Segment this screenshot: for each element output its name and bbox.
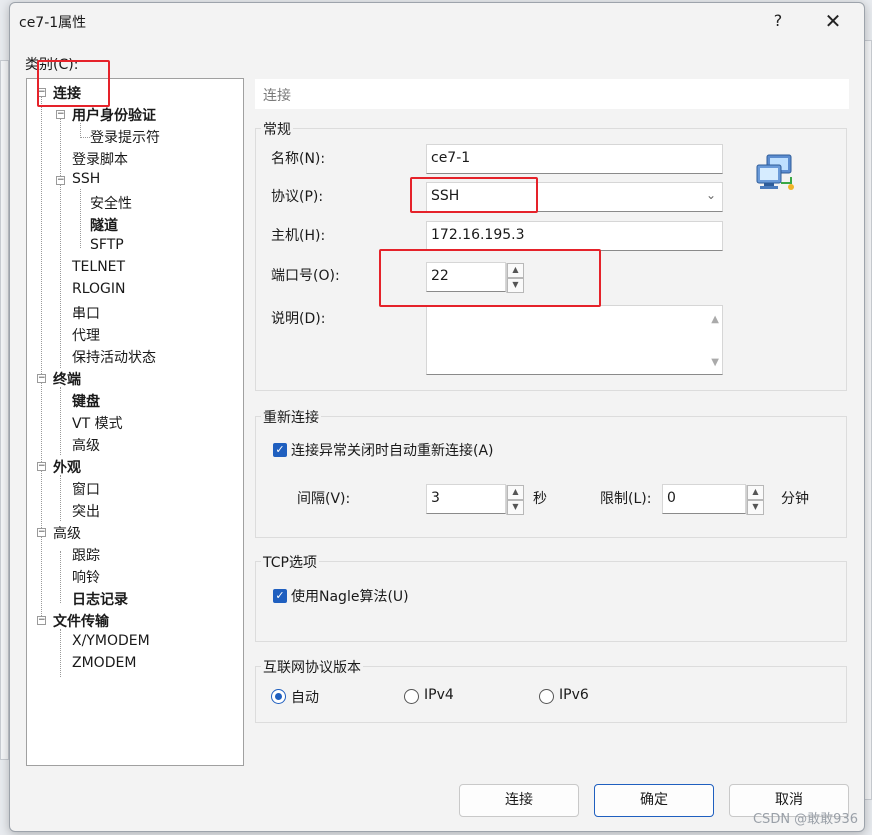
ip-version-group-label: 互联网协议版本 bbox=[261, 657, 363, 677]
tree-item-bell[interactable]: 响铃 bbox=[72, 567, 100, 587]
reconnect-group bbox=[255, 416, 847, 538]
scroll-down-icon[interactable]: ▼ bbox=[711, 357, 719, 368]
tree-item-window[interactable]: 窗口 bbox=[72, 479, 100, 499]
tree-item-advanced[interactable]: 高级 bbox=[53, 523, 81, 543]
tree-item-trace[interactable]: 跟踪 bbox=[72, 545, 100, 565]
collapse-toggle[interactable]: − bbox=[56, 110, 65, 119]
name-field[interactable]: ce7-1 bbox=[426, 144, 723, 174]
collapse-toggle[interactable]: − bbox=[37, 374, 46, 383]
reconnect-group-label: 重新连接 bbox=[261, 407, 321, 427]
interval-unit: 秒 bbox=[533, 491, 547, 507]
tree-item-authentication[interactable]: 用户身份验证 bbox=[72, 105, 156, 125]
tree-item-zmodem[interactable]: ZMODEM bbox=[72, 655, 136, 671]
collapse-toggle[interactable]: − bbox=[37, 616, 46, 625]
tree-item-terminal-advanced[interactable]: 高级 bbox=[72, 435, 100, 455]
radio-auto[interactable] bbox=[271, 689, 286, 704]
spin-down-icon[interactable]: ▼ bbox=[747, 500, 764, 515]
highlight-box-port bbox=[379, 249, 601, 307]
nagle-checkbox-label[interactable]: 使用Nagle算法(U) bbox=[291, 586, 409, 606]
tree-connector bbox=[80, 123, 81, 138]
chevron-down-icon: ⌄ bbox=[705, 188, 716, 202]
tree-item-vt-mode[interactable]: VT 模式 bbox=[72, 413, 123, 433]
tree-item-ssh[interactable]: SSH bbox=[72, 171, 100, 187]
radio-ipv4-label[interactable]: IPv4 bbox=[424, 687, 454, 703]
spin-up-icon[interactable]: ▲ bbox=[507, 485, 524, 500]
properties-dialog: ce7-1属性 ? ✕ 类别(C): − 连接 − 用户身份验证 登录提示符 登… bbox=[9, 2, 865, 832]
watermark: CSDN @敢敢936 bbox=[752, 812, 858, 827]
help-button[interactable]: ? bbox=[760, 7, 796, 35]
tree-item-highlight[interactable]: 突出 bbox=[72, 501, 100, 521]
category-tree[interactable]: − 连接 − 用户身份验证 登录提示符 登录脚本 − SSH 安全性 隧道 SF… bbox=[26, 78, 244, 766]
limit-field[interactable]: 0 bbox=[662, 484, 746, 514]
tree-connector bbox=[80, 189, 81, 248]
tree-item-file-transfer[interactable]: 文件传输 bbox=[53, 611, 109, 631]
highlight-box-protocol bbox=[410, 177, 538, 213]
interval-field[interactable]: 3 bbox=[426, 484, 506, 514]
tree-item-keepalive[interactable]: 保持活动状态 bbox=[72, 347, 156, 367]
interval-label: 间隔(V): bbox=[297, 491, 351, 507]
reconnect-checkbox[interactable]: ✓ bbox=[273, 443, 287, 457]
highlight-box-connection bbox=[37, 60, 110, 107]
tree-connector bbox=[60, 387, 61, 455]
background-panel bbox=[864, 40, 872, 800]
window-title: ce7-1属性 bbox=[19, 15, 87, 31]
limit-spinner[interactable]: ▲ ▼ bbox=[746, 485, 764, 515]
tree-item-appearance[interactable]: 外观 bbox=[53, 457, 81, 477]
radio-ipv4[interactable] bbox=[404, 689, 419, 704]
tree-item-telnet[interactable]: TELNET bbox=[72, 259, 125, 275]
general-group-label: 常规 bbox=[261, 119, 293, 139]
radio-ipv6-label[interactable]: IPv6 bbox=[559, 687, 589, 703]
collapse-toggle[interactable]: − bbox=[37, 462, 46, 471]
limit-label: 限制(L): bbox=[600, 491, 652, 507]
spin-up-icon[interactable]: ▲ bbox=[747, 485, 764, 500]
tree-item-keyboard[interactable]: 键盘 bbox=[72, 391, 100, 411]
reconnect-checkbox-label[interactable]: 连接异常关闭时自动重新连接(A) bbox=[291, 440, 494, 460]
port-label: 端口号(O): bbox=[271, 268, 340, 284]
tree-connector bbox=[60, 117, 61, 368]
connect-button[interactable]: 连接 bbox=[459, 784, 579, 817]
tree-connector bbox=[41, 97, 42, 620]
tree-item-proxy[interactable]: 代理 bbox=[72, 325, 100, 345]
tree-item-tunnel[interactable]: 隧道 bbox=[90, 215, 118, 235]
radio-auto-label[interactable]: 自动 bbox=[291, 687, 319, 707]
limit-unit: 分钟 bbox=[781, 491, 809, 507]
panel-header: 连接 bbox=[255, 79, 849, 109]
nagle-checkbox[interactable]: ✓ bbox=[273, 589, 287, 603]
name-label: 名称(N): bbox=[271, 151, 326, 167]
collapse-toggle[interactable]: − bbox=[37, 528, 46, 537]
background-sidebar bbox=[0, 60, 9, 760]
description-label: 说明(D): bbox=[271, 311, 326, 327]
title-bar: ce7-1属性 ? ✕ bbox=[10, 3, 864, 39]
tcp-group-label: TCP选项 bbox=[261, 552, 319, 572]
tree-connector bbox=[60, 551, 61, 603]
interval-spinner[interactable]: ▲ ▼ bbox=[506, 485, 524, 515]
host-label: 主机(H): bbox=[271, 228, 326, 244]
tree-item-terminal[interactable]: 终端 bbox=[53, 369, 81, 389]
tree-item-sftp[interactable]: SFTP bbox=[90, 237, 124, 253]
scroll-up-icon[interactable]: ▲ bbox=[711, 314, 719, 325]
network-connection-icon bbox=[756, 154, 794, 190]
tree-connector bbox=[60, 475, 61, 521]
ok-button[interactable]: 确定 bbox=[594, 784, 714, 817]
tree-item-security[interactable]: 安全性 bbox=[90, 193, 132, 213]
spin-down-icon[interactable]: ▼ bbox=[507, 500, 524, 515]
tree-item-login-prompt[interactable]: 登录提示符 bbox=[90, 127, 160, 147]
host-field[interactable]: 172.16.195.3 bbox=[426, 221, 723, 251]
tree-item-rlogin[interactable]: RLOGIN bbox=[72, 281, 126, 297]
tree-item-xymodem[interactable]: X/YMODEM bbox=[72, 633, 150, 649]
close-icon[interactable]: ✕ bbox=[815, 7, 851, 35]
description-field[interactable]: ▲ ▼ bbox=[426, 305, 723, 375]
tree-item-login-script[interactable]: 登录脚本 bbox=[72, 149, 128, 169]
tree-connector bbox=[80, 137, 90, 138]
tree-connector bbox=[60, 629, 61, 677]
radio-ipv6[interactable] bbox=[539, 689, 554, 704]
tree-item-logging[interactable]: 日志记录 bbox=[72, 589, 128, 609]
protocol-label: 协议(P): bbox=[271, 189, 324, 205]
tree-item-serial[interactable]: 串口 bbox=[72, 303, 100, 323]
collapse-toggle[interactable]: − bbox=[56, 176, 65, 185]
